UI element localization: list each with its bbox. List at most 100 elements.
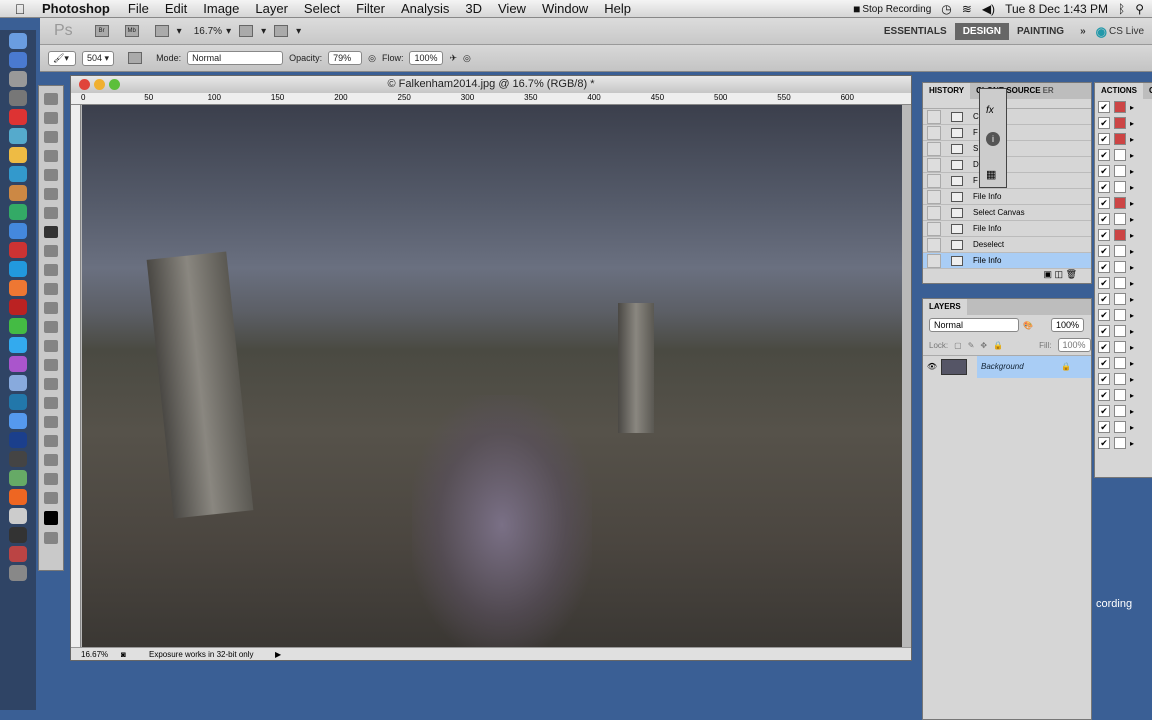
history-item[interactable]: File Info <box>923 253 1091 269</box>
action-toggle-checkbox[interactable]: ✔ <box>1098 133 1110 145</box>
action-dialog-toggle[interactable] <box>1114 101 1126 113</box>
history-snapshot[interactable] <box>923 99 1091 109</box>
action-toggle-checkbox[interactable]: ✔ <box>1098 229 1110 241</box>
dock-app-icon[interactable] <box>9 413 27 429</box>
layer-name[interactable]: Background <box>977 355 1091 378</box>
zoom-tool-icon[interactable] <box>44 492 58 504</box>
dock-photoshop-icon[interactable] <box>9 432 27 448</box>
bridge-button[interactable]: Br <box>94 25 109 37</box>
expand-triangle-icon[interactable]: ▸ <box>1130 391 1134 400</box>
info-icon[interactable]: i <box>986 132 1000 146</box>
action-dialog-toggle[interactable] <box>1114 325 1126 337</box>
action-toggle-checkbox[interactable]: ✔ <box>1098 437 1110 449</box>
action-dialog-toggle[interactable] <box>1114 357 1126 369</box>
minimize-button[interactable] <box>94 79 105 90</box>
menu-app[interactable]: Photoshop <box>40 1 120 16</box>
dock-app-icon[interactable] <box>9 261 27 277</box>
history-item[interactable]: F <box>923 125 1091 141</box>
trash-icon[interactable]: 🗑 <box>1066 269 1077 279</box>
history-item[interactable]: Deselect <box>923 237 1091 253</box>
expand-triangle-icon[interactable]: ▸ <box>1130 375 1134 384</box>
action-row[interactable]: ✔ ▸ <box>1095 387 1152 403</box>
action-dialog-toggle[interactable] <box>1114 117 1126 129</box>
expand-triangle-icon[interactable]: ▸ <box>1130 135 1134 144</box>
history-source-checkbox[interactable] <box>927 157 941 172</box>
action-dialog-toggle[interactable] <box>1114 293 1126 305</box>
action-toggle-checkbox[interactable]: ✔ <box>1098 245 1110 257</box>
color-swatches-icon[interactable] <box>44 511 58 525</box>
status-zoom[interactable]: 16.67% <box>71 650 121 659</box>
history-item[interactable]: Select Canvas <box>923 205 1091 221</box>
swatches-icon[interactable]: ▦ <box>986 168 1000 181</box>
status-preview-icon[interactable]: ◙ <box>121 650 135 659</box>
3d-rotate-tool-icon[interactable] <box>44 435 58 447</box>
lock-position-icon[interactable]: ✥ <box>980 341 987 350</box>
stop-recording-icon[interactable]: ■ <box>853 2 860 16</box>
action-dialog-toggle[interactable] <box>1114 341 1126 353</box>
dock-app-icon[interactable] <box>9 299 27 315</box>
3d-orbit-tool-icon[interactable] <box>44 454 58 466</box>
action-dialog-toggle[interactable] <box>1114 437 1126 449</box>
expand-triangle-icon[interactable]: ▸ <box>1130 295 1134 304</box>
timemachine-icon[interactable]: ◷ <box>941 2 951 16</box>
quick-select-tool-icon[interactable] <box>44 150 58 162</box>
hand-tool-icon[interactable] <box>44 473 58 485</box>
dock-app-icon[interactable] <box>9 90 27 106</box>
history-brush-tool-icon[interactable] <box>44 264 58 276</box>
eraser-tool-icon[interactable] <box>44 283 58 295</box>
action-toggle-checkbox[interactable]: ✔ <box>1098 341 1110 353</box>
zoom-level-select[interactable]: 16.7% <box>194 26 222 37</box>
tab-history[interactable]: HISTORY <box>923 83 971 99</box>
tab-channels[interactable]: CH <box>1143 83 1152 99</box>
healing-tool-icon[interactable] <box>44 207 58 219</box>
workspace-painting[interactable]: PAINTING <box>1009 23 1072 40</box>
dock-app-icon[interactable] <box>9 223 27 239</box>
action-toggle-checkbox[interactable]: ✔ <box>1098 357 1110 369</box>
crop-tool-icon[interactable] <box>44 169 58 181</box>
move-tool-icon[interactable] <box>44 93 58 105</box>
history-source-checkbox[interactable] <box>927 237 941 252</box>
lock-all-icon[interactable]: 🔒 <box>993 341 1003 350</box>
dock-app-icon[interactable] <box>9 242 27 258</box>
menu-3d[interactable]: 3D <box>457 1 490 16</box>
action-row[interactable]: ✔ ▸ <box>1095 99 1152 115</box>
dock-app-icon[interactable] <box>9 470 27 486</box>
action-row[interactable]: ✔ ▸ <box>1095 291 1152 307</box>
datetime[interactable]: Tue 8 Dec 1:43 PM <box>1005 2 1108 16</box>
apple-menu-icon[interactable]:  <box>0 1 40 17</box>
workspace-design[interactable]: DESIGN <box>954 23 1010 40</box>
lasso-tool-icon[interactable] <box>44 131 58 143</box>
styles-icon[interactable]: fx <box>986 105 1000 116</box>
spotlight-icon[interactable]: ⚲ <box>1135 2 1144 16</box>
action-row[interactable]: ✔ ▸ <box>1095 147 1152 163</box>
history-item[interactable]: D <box>923 157 1091 173</box>
history-item[interactable]: C <box>923 109 1091 125</box>
action-row[interactable]: ✔ ▸ <box>1095 419 1152 435</box>
menu-file[interactable]: File <box>120 1 157 16</box>
action-dialog-toggle[interactable] <box>1114 213 1126 225</box>
type-tool-icon[interactable] <box>44 378 58 390</box>
new-document-icon[interactable]: ▣ <box>1044 269 1053 279</box>
action-dialog-toggle[interactable] <box>1114 197 1126 209</box>
action-row[interactable]: ✔ ▸ <box>1095 355 1152 371</box>
new-snapshot-icon[interactable]: ◫ <box>1055 269 1064 279</box>
expand-triangle-icon[interactable]: ▸ <box>1130 119 1134 128</box>
action-row[interactable]: ✔ ▸ <box>1095 259 1152 275</box>
history-source-checkbox[interactable] <box>927 253 941 268</box>
dock-chrome-icon[interactable] <box>9 109 27 125</box>
dock-app-icon[interactable] <box>9 527 27 543</box>
action-dialog-toggle[interactable] <box>1114 133 1126 145</box>
mode-select[interactable]: Normal <box>187 51 284 65</box>
fill-input[interactable]: 100% <box>1057 338 1091 352</box>
history-source-checkbox[interactable] <box>927 221 941 236</box>
expand-triangle-icon[interactable]: ▸ <box>1130 151 1134 160</box>
expand-triangle-icon[interactable]: ▸ <box>1130 407 1134 416</box>
zoom-button[interactable] <box>109 79 120 90</box>
more-workspaces-button[interactable]: » <box>1072 23 1094 40</box>
history-item[interactable]: F <box>923 173 1091 189</box>
action-row[interactable]: ✔ ▸ <box>1095 435 1152 451</box>
expand-triangle-icon[interactable]: ▸ <box>1130 247 1134 256</box>
dock-trash-icon[interactable] <box>9 565 27 581</box>
action-toggle-checkbox[interactable]: ✔ <box>1098 293 1110 305</box>
action-row[interactable]: ✔ ▸ <box>1095 211 1152 227</box>
